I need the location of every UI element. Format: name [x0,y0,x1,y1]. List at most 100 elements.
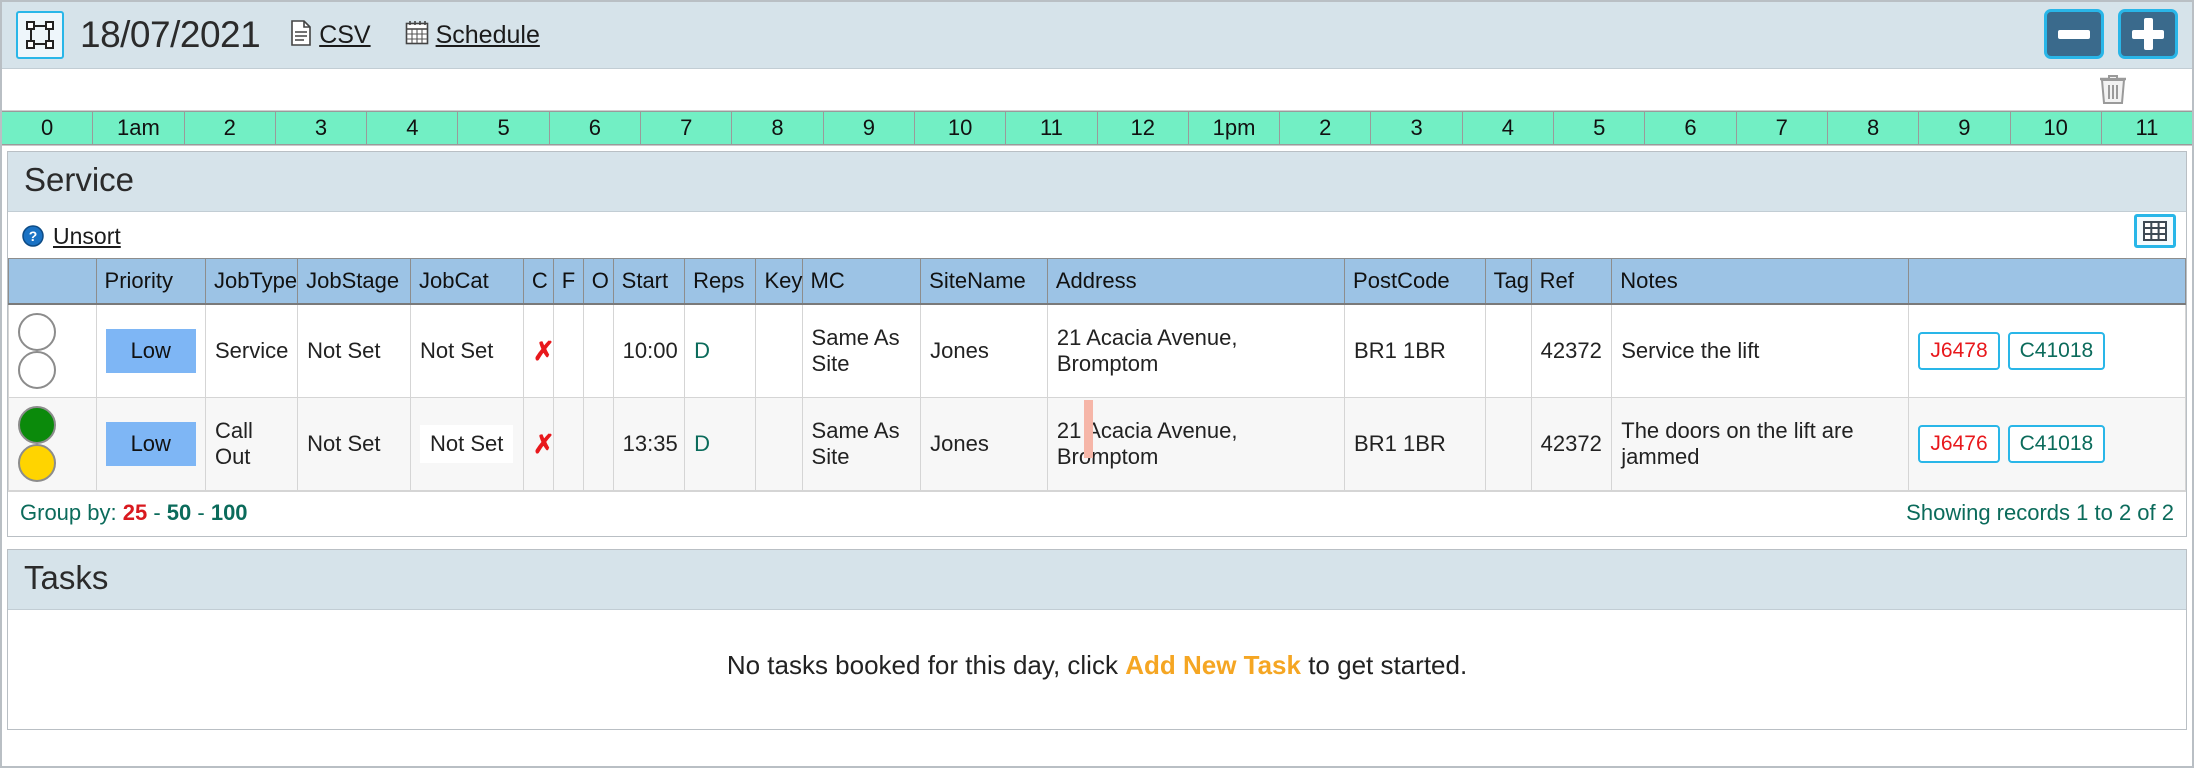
timeline-hour-cell[interactable]: 6 [550,112,642,144]
timeline-hour-cell[interactable]: 4 [1463,112,1555,144]
timeline-hour-cell[interactable]: 8 [732,112,824,144]
table-column-header[interactable]: PostCode [1344,258,1486,305]
add-new-task-link[interactable]: Add New Task [1125,650,1301,680]
contract-number-button[interactable]: C41018 [2007,332,2106,370]
csv-export-link[interactable]: CSV [290,19,371,51]
status-dot-yellow[interactable] [18,444,56,482]
job-number-button[interactable]: J6476 [1918,425,2000,463]
table-column-header[interactable]: SiteName [920,258,1048,305]
priority-badge[interactable]: Low [105,329,196,373]
tasks-panel-header: Tasks [8,550,2186,610]
table-column-header[interactable] [8,258,97,305]
c-cross-icon: ✗ [532,428,555,459]
timeline-hour-cell[interactable]: 10 [2011,112,2102,144]
top-toolbar: 18/07/2021 CSV Schedule [2,2,2192,69]
priority-badge[interactable]: Low [105,422,196,466]
group-by-option-100[interactable]: 100 [211,500,248,525]
timeline-hour-cell[interactable]: 5 [458,112,550,144]
table-column-header[interactable]: JobCat [409,258,524,305]
mc-cell: Same As Site [801,303,922,398]
group-by-label: Group by: [20,500,117,525]
plus-icon-vertical [2143,18,2153,50]
reps-cell: D [684,303,757,398]
timeline-hour-scale[interactable]: 0 1am 2 3 4 5 6 7 8 9 10 11 12 1pm 2 3 4 5 6 7 8 9 10 11 [2,111,2192,145]
jobcat-value[interactable]: Not Set [419,425,514,463]
flag-o-cell [582,397,614,491]
timeline-hour-cell[interactable]: 12 [1098,112,1189,144]
table-column-header[interactable]: F [552,258,584,305]
timeline-hour-cell[interactable]: 3 [1371,112,1463,144]
help-circle-icon[interactable]: ? [22,225,44,247]
timeline-hour-cell[interactable]: 5 [1554,112,1646,144]
zoom-out-button[interactable] [2044,9,2104,59]
table-column-header[interactable]: JobStage [297,258,411,305]
key-cell [755,397,803,491]
address-cell: 21 Acacia Avenue, Bromptom [1046,303,1346,398]
flag-f-cell [552,303,584,398]
status-dot-empty[interactable] [18,351,56,389]
contract-number-button[interactable]: C41018 [2007,425,2106,463]
timeline-hour-cell[interactable]: 7 [1737,112,1828,144]
timeline-hour-cell[interactable]: 1am [93,112,185,144]
table-column-header[interactable]: C [522,258,554,305]
timeline-hour-cell[interactable]: 7 [641,112,733,144]
table-column-header[interactable] [1908,258,2186,305]
timeline-hour-cell[interactable]: 9 [1919,112,2011,144]
unsort-link[interactable]: Unsort [53,223,121,250]
status-dot-green[interactable] [18,406,56,444]
document-icon [290,19,312,51]
timeline-hour-cell[interactable]: 0 [2,112,94,144]
trash-icon[interactable] [2098,73,2128,110]
zoom-controls [2044,9,2178,59]
table-row[interactable]: Low Call Out Not Set Not Set ✗ 13:35 D Same As … [8,397,2186,491]
service-panel-title: Service [24,161,135,198]
records-count: Showing records 1 to 2 of 2 [1906,500,2174,525]
timeline-hour-cell[interactable]: 2 [1280,112,1372,144]
minus-icon [2058,29,2090,39]
table-column-header[interactable]: Priority [95,258,206,305]
table-column-header[interactable]: Address [1046,258,1346,305]
timeline-hour-cell[interactable]: 11 [1006,112,1098,144]
service-table-toolbar: ? Unsort [8,212,2186,258]
timeline-hour-cell[interactable]: 2 [185,112,276,144]
c-cross-icon: ✗ [532,335,555,366]
service-panel-header: Service [8,152,2186,212]
table-column-header[interactable]: Reps [684,258,757,305]
tasks-panel: Tasks No tasks booked for this day, clic… [7,549,2187,730]
group-by-option-50[interactable]: 50 [167,500,191,525]
table-row[interactable]: Low Service Not Set Not Set ✗ 10:00 D Same As S… [8,303,2186,398]
timeline-hour-cell[interactable]: 3 [276,112,368,144]
group-by-option-25[interactable]: 25 [123,500,147,525]
table-column-header[interactable]: O [582,258,614,305]
timeline-hour-cell[interactable]: 11 [2102,112,2192,144]
tasks-empty-suffix: to get started. [1308,650,1468,680]
timeline-hour-cell[interactable]: 4 [367,112,459,144]
resize-select-icon[interactable] [16,11,64,59]
table-grid-icon[interactable] [2134,214,2176,248]
timeline-hour-cell[interactable]: 10 [915,112,1007,144]
schedule-link[interactable]: Schedule [405,20,540,51]
sitename-cell: Jones [920,303,1048,398]
table-column-header[interactable]: Key [755,258,803,305]
timeline-hour-cell[interactable]: 6 [1645,112,1737,144]
table-column-header[interactable]: MC [801,258,922,305]
status-dot-empty[interactable] [18,313,56,351]
timeline-drop-strip[interactable] [2,69,2192,111]
table-column-header[interactable]: JobType [204,258,299,305]
zoom-in-button[interactable] [2118,9,2178,59]
timeline-hour-cell[interactable]: 9 [824,112,915,144]
table-column-header[interactable]: Ref [1530,258,1613,305]
service-jobs-table: Priority JobType JobStage JobCat C F O Start Rep… [8,258,2186,491]
table-column-header[interactable]: Notes [1611,258,1910,305]
priority-cell: Low [95,303,206,398]
timeline-hour-cell[interactable]: 1pm [1189,112,1281,144]
tasks-panel-title: Tasks [24,559,109,596]
schedule-link-label: Schedule [435,20,540,49]
table-column-header[interactable]: Start [612,258,686,305]
timeline-hour-cell[interactable]: 8 [1828,112,1920,144]
table-column-header[interactable]: Tag [1484,258,1532,305]
tag-cell [1484,303,1532,398]
table-footer: Group by: 25 - 50 - 100 Showing records … [8,491,2186,536]
jobtype-cell: Service [204,303,299,398]
job-number-button[interactable]: J6478 [1918,332,2000,370]
